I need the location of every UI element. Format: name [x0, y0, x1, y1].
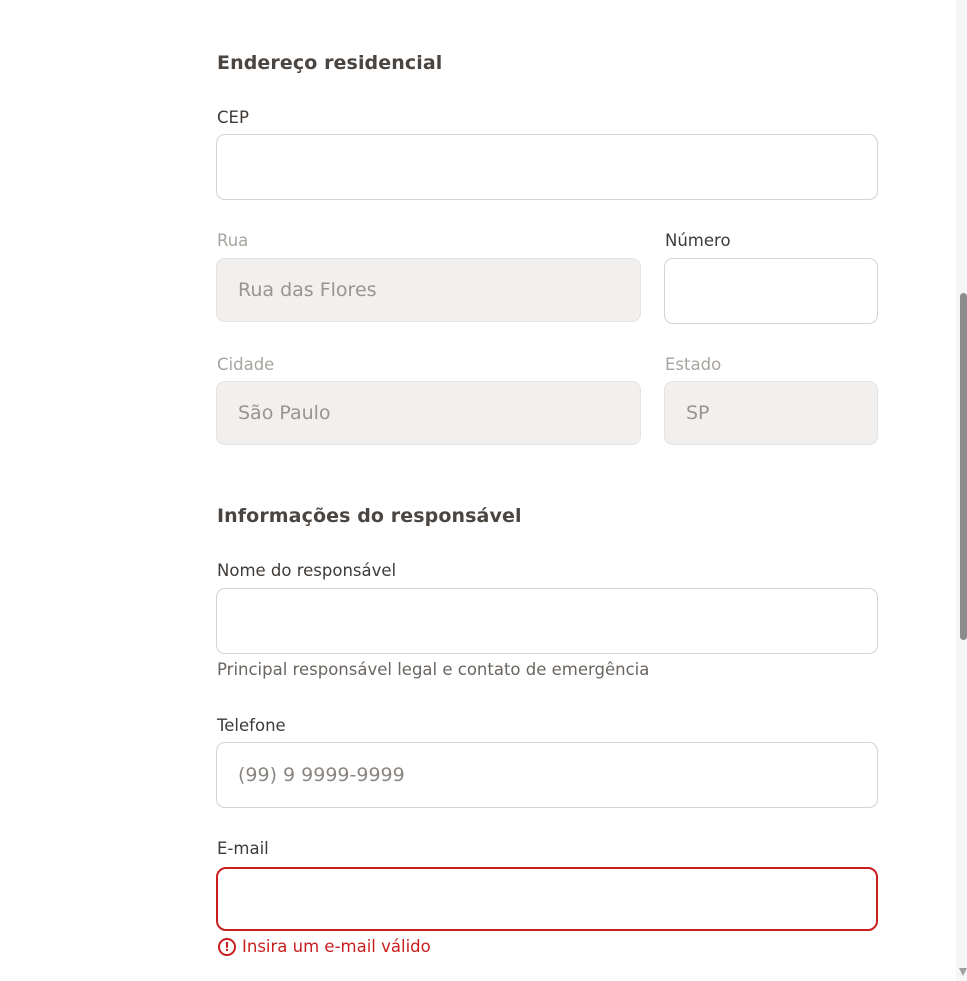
cidade-value: São Paulo	[238, 402, 331, 424]
email-label: E-mail	[217, 839, 269, 858]
guardian-section-title: Informações do responsável	[217, 505, 522, 527]
scrollbar-thumb[interactable]	[960, 293, 967, 640]
email-error-message: ! Insira um e-mail válido	[218, 937, 431, 956]
email-input[interactable]	[216, 867, 878, 931]
rua-input[interactable]: Rua das Flores	[216, 258, 641, 322]
scroll-down-arrow-icon[interactable]	[959, 968, 967, 976]
numero-input[interactable]	[664, 258, 878, 324]
cidade-input[interactable]: São Paulo	[216, 381, 641, 445]
email-error-text: Insira um e-mail válido	[242, 937, 431, 956]
address-section-title: Endereço residencial	[217, 52, 443, 74]
cep-input[interactable]	[216, 134, 878, 200]
alert-circle-icon: !	[218, 937, 236, 956]
rua-label: Rua	[217, 231, 249, 250]
form-page: Endereço residencial CEP Rua Rua das Flo…	[0, 0, 967, 981]
nome-responsavel-input[interactable]	[216, 588, 878, 654]
nome-helper-text: Principal responsável legal e contato de…	[217, 660, 650, 679]
telefone-placeholder: (99) 9 9999-9999	[238, 764, 405, 786]
numero-label: Número	[665, 231, 731, 250]
estado-input[interactable]: SP	[664, 381, 878, 445]
nome-label: Nome do responsável	[217, 561, 397, 580]
rua-value: Rua das Flores	[238, 279, 377, 301]
telefone-input[interactable]: (99) 9 9999-9999	[216, 742, 878, 808]
estado-value: SP	[686, 402, 710, 424]
cidade-label: Cidade	[217, 355, 275, 374]
cep-label: CEP	[217, 108, 249, 127]
telefone-label: Telefone	[217, 716, 286, 735]
estado-label: Estado	[665, 355, 722, 374]
